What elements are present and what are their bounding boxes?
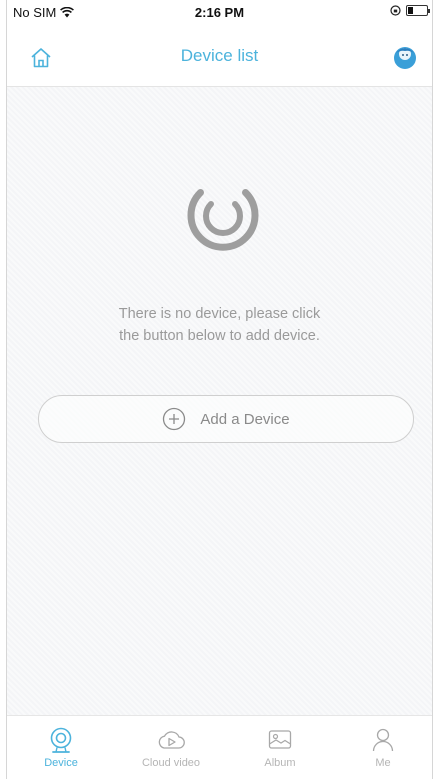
tab-cloud-video[interactable]: Cloud video xyxy=(131,726,211,769)
plus-circle-icon xyxy=(163,407,186,431)
page-title: Device list xyxy=(180,46,259,65)
tab-me-label: Me xyxy=(375,757,391,769)
status-time: 2:16 PM xyxy=(194,5,245,20)
tab-cloud-video-label: Cloud video xyxy=(141,757,201,769)
photo-icon xyxy=(268,730,292,749)
avatar-icon[interactable] xyxy=(392,44,418,70)
empty-message-line1: There is no device, please click xyxy=(118,306,321,322)
add-device-label: Add a Device xyxy=(200,410,290,428)
top-header: Device list xyxy=(7,26,432,87)
status-bar: No SIM 2:16 PM xyxy=(7,0,432,26)
camera-icon xyxy=(50,727,72,753)
cloud-play-icon xyxy=(158,731,185,749)
status-right xyxy=(390,5,430,16)
empty-message: There is no device, please click the but… xyxy=(47,303,392,347)
add-device-button[interactable]: Add a Device xyxy=(38,395,414,443)
orientation-lock-icon xyxy=(390,5,401,16)
device-list-area: There is no device, please click the but… xyxy=(7,87,432,715)
empty-device-logo-icon xyxy=(187,189,259,251)
tab-me[interactable]: Me xyxy=(343,726,423,769)
tab-album-label: Album xyxy=(264,757,296,769)
bottom-tab-bar: Device Cloud video Album Me xyxy=(7,715,432,779)
user-icon xyxy=(372,728,394,752)
battery-icon xyxy=(406,5,430,16)
empty-message-line2: the button below to add device. xyxy=(119,328,320,344)
tab-device-label: Device xyxy=(44,757,78,769)
app-frame: No SIM 2:16 PM Device list There is no d… xyxy=(6,0,433,779)
tab-device[interactable]: Device xyxy=(21,726,101,769)
tab-album[interactable]: Album xyxy=(240,726,320,769)
